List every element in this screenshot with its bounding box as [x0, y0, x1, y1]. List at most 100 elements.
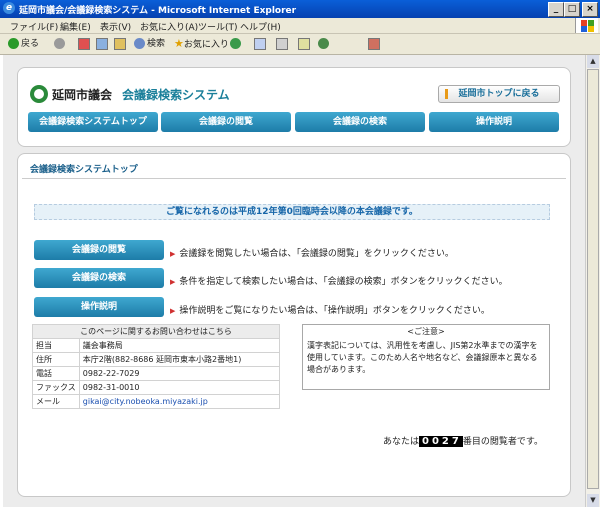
nav-top[interactable]: 会議録検索システムトップ — [28, 112, 158, 132]
search-label: 検索 — [147, 39, 166, 49]
star-icon: ★ — [174, 37, 184, 50]
window-title: 延岡市議会/会議録検索システム - Microsoft Internet Exp… — [19, 6, 297, 16]
maximize-button[interactable]: □ — [564, 2, 580, 17]
mail-button[interactable] — [254, 37, 268, 51]
search-records-button[interactable]: 会議録の検索 — [34, 268, 164, 288]
back-button[interactable]: 戻る — [8, 37, 39, 51]
contact-value: 0982-31-0010 — [78, 380, 281, 395]
minimize-button[interactable]: _ — [548, 2, 564, 17]
scroll-down-icon[interactable]: ▼ — [587, 494, 599, 507]
bar-icon — [445, 89, 448, 99]
table-row: 住所 本庁2階(882-8686 延岡市東本小路2番地1) — [32, 352, 281, 367]
arrow-icon: ▶ — [170, 250, 176, 258]
contact-key: ファックス — [32, 380, 80, 395]
table-row: ファックス 0982-31-0010 — [32, 380, 281, 395]
menu-file[interactable]: ファイル(F) — [10, 20, 58, 33]
counter-prefix: あなたは — [383, 437, 420, 447]
windows-logo-icon — [575, 18, 598, 33]
back-arrow-icon — [8, 38, 19, 49]
caution-title: <ご注意> — [407, 327, 445, 336]
city-home-button[interactable]: 延岡市トップに戻る — [438, 85, 560, 103]
contact-heading: このページに関するお問い合わせはこちら — [32, 324, 280, 339]
search-description: ▶ 条件を指定して検索したい場合は、「会議録の検索」ボタンをクリックください。 — [170, 274, 508, 287]
visitor-counter: あなたは 0027番目の閲覧者です。 — [383, 434, 543, 447]
contact-value: 議会事務局 — [78, 338, 281, 353]
table-row: 電話 0982-22-7029 — [32, 366, 281, 381]
mail-icon — [254, 37, 266, 50]
print-icon — [276, 37, 288, 50]
refresh-icon — [96, 37, 108, 50]
messenger-icon — [318, 38, 329, 49]
availability-notice: ご覧になれるのは平成12年第0回臨時会以降の本会議録です。 — [34, 204, 550, 220]
table-row: 担当 議会事務局 — [32, 338, 281, 353]
nav-browse[interactable]: 会議録の閲覧 — [161, 112, 291, 132]
menu-edit[interactable]: 編集(E) — [60, 20, 91, 33]
search-icon — [134, 38, 145, 49]
search-description-text: 条件を指定して検索したい場合は、「会議録の検索」ボタンをクリックください。 — [179, 277, 508, 287]
nav-search[interactable]: 会議録の検索 — [295, 112, 425, 132]
page-viewport: 延岡市議会 会議録検索システム 延岡市トップに戻る 会議録検索システムトップ 会… — [3, 55, 585, 507]
close-button[interactable]: × — [582, 2, 598, 17]
browse-button[interactable]: 会議録の閲覧 — [34, 240, 164, 260]
contact-value: 0982-22-7029 — [78, 366, 281, 381]
org-name: 延岡市議会 — [52, 88, 113, 102]
menu-tools[interactable]: ツール(T) — [198, 20, 238, 33]
menu-favorites[interactable]: お気に入り(A) — [140, 20, 198, 33]
messenger-button[interactable] — [318, 37, 331, 51]
table-row: メール gikai@city.nobeoka.miyazaki.jp — [32, 394, 281, 409]
refresh-button[interactable] — [96, 37, 110, 51]
edit-icon — [298, 37, 310, 50]
forward-arrow-icon — [54, 38, 65, 49]
contact-value: 本庁2階(882-8686 延岡市東本小路2番地1) — [78, 352, 281, 367]
menu-help[interactable]: ヘルプ(H) — [240, 20, 281, 33]
stop-button[interactable] — [78, 37, 92, 51]
ie-icon: e — [3, 2, 15, 14]
header-panel: 延岡市議会 会議録検索システム 延岡市トップに戻る 会議録検索システムトップ 会… — [17, 67, 571, 147]
history-button[interactable] — [230, 37, 243, 51]
section-title: 会議録検索システムトップ — [30, 165, 138, 175]
favorites-button[interactable]: ★お気に入り — [174, 37, 229, 51]
help-description-text: 操作説明をご覧になりたい場合は、「操作説明」ボタンをクリックください。 — [179, 306, 490, 316]
scroll-thumb[interactable] — [587, 69, 599, 489]
print-button[interactable] — [276, 37, 290, 51]
search-button[interactable]: 検索 — [134, 37, 165, 51]
system-name: 会議録検索システム — [122, 88, 230, 102]
caution-body: 漢字表記については、汎用性を考慮し、JIS第2水準までの漢字を使用しています。こ… — [307, 341, 538, 374]
research-icon — [368, 37, 380, 50]
research-button[interactable] — [368, 37, 382, 51]
counter-number: 0027 — [419, 436, 463, 447]
history-icon — [230, 38, 241, 49]
edit-button[interactable] — [298, 37, 312, 51]
menu-bar: ファイル(F) 編集(E) 表示(V) お気に入り(A) ツール(T) ヘルプ(… — [0, 18, 600, 34]
scroll-up-icon[interactable]: ▲ — [587, 55, 599, 68]
help-button[interactable]: 操作説明 — [34, 297, 164, 317]
city-home-label: 延岡市トップに戻る — [458, 89, 540, 99]
forward-button[interactable] — [54, 37, 67, 51]
counter-suffix: 番目の閲覧者です。 — [462, 437, 543, 447]
contact-key: メール — [32, 394, 80, 409]
arrow-icon: ▶ — [170, 278, 176, 286]
main-panel: 会議録検索システムトップ ご覧になれるのは平成12年第0回臨時会以降の本会議録で… — [17, 153, 571, 497]
browse-description: ▶ 会議録を閲覧したい場合は、「会議録の閲覧」をクリックください。 — [170, 246, 454, 259]
toolbar: 戻る 検索 ★お気に入り — [0, 34, 600, 55]
contact-key: 電話 — [32, 366, 80, 381]
city-emblem-icon — [30, 85, 48, 103]
back-label: 戻る — [21, 39, 40, 49]
caution-box: <ご注意> 漢字表記については、汎用性を考慮し、JIS第2水準までの漢字を使用し… — [302, 324, 550, 390]
help-description: ▶ 操作説明をご覧になりたい場合は、「操作説明」ボタンをクリックください。 — [170, 303, 490, 316]
contact-key: 担当 — [32, 338, 80, 353]
section-divider — [22, 178, 566, 179]
favorites-label: お気に入り — [183, 40, 229, 50]
nav-help[interactable]: 操作説明 — [429, 112, 559, 132]
vertical-scrollbar[interactable]: ▲ ▼ — [585, 55, 600, 507]
home-icon — [114, 37, 126, 50]
stop-icon — [78, 37, 90, 50]
arrow-icon: ▶ — [170, 307, 176, 315]
window-title-bar[interactable]: e 延岡市議会/会議録検索システム - Microsoft Internet E… — [0, 0, 600, 18]
browse-description-text: 会議録を閲覧したい場合は、「会議録の閲覧」をクリックください。 — [179, 249, 454, 259]
menu-view[interactable]: 表示(V) — [100, 20, 131, 33]
contact-table: このページに関するお問い合わせはこちら 担当 議会事務局 住所 本庁2階(882-8… — [32, 324, 281, 409]
contact-key: 住所 — [32, 352, 80, 367]
email-link[interactable]: gikai@city.nobeoka.miyazaki.jp — [78, 394, 281, 409]
home-button[interactable] — [114, 37, 128, 51]
